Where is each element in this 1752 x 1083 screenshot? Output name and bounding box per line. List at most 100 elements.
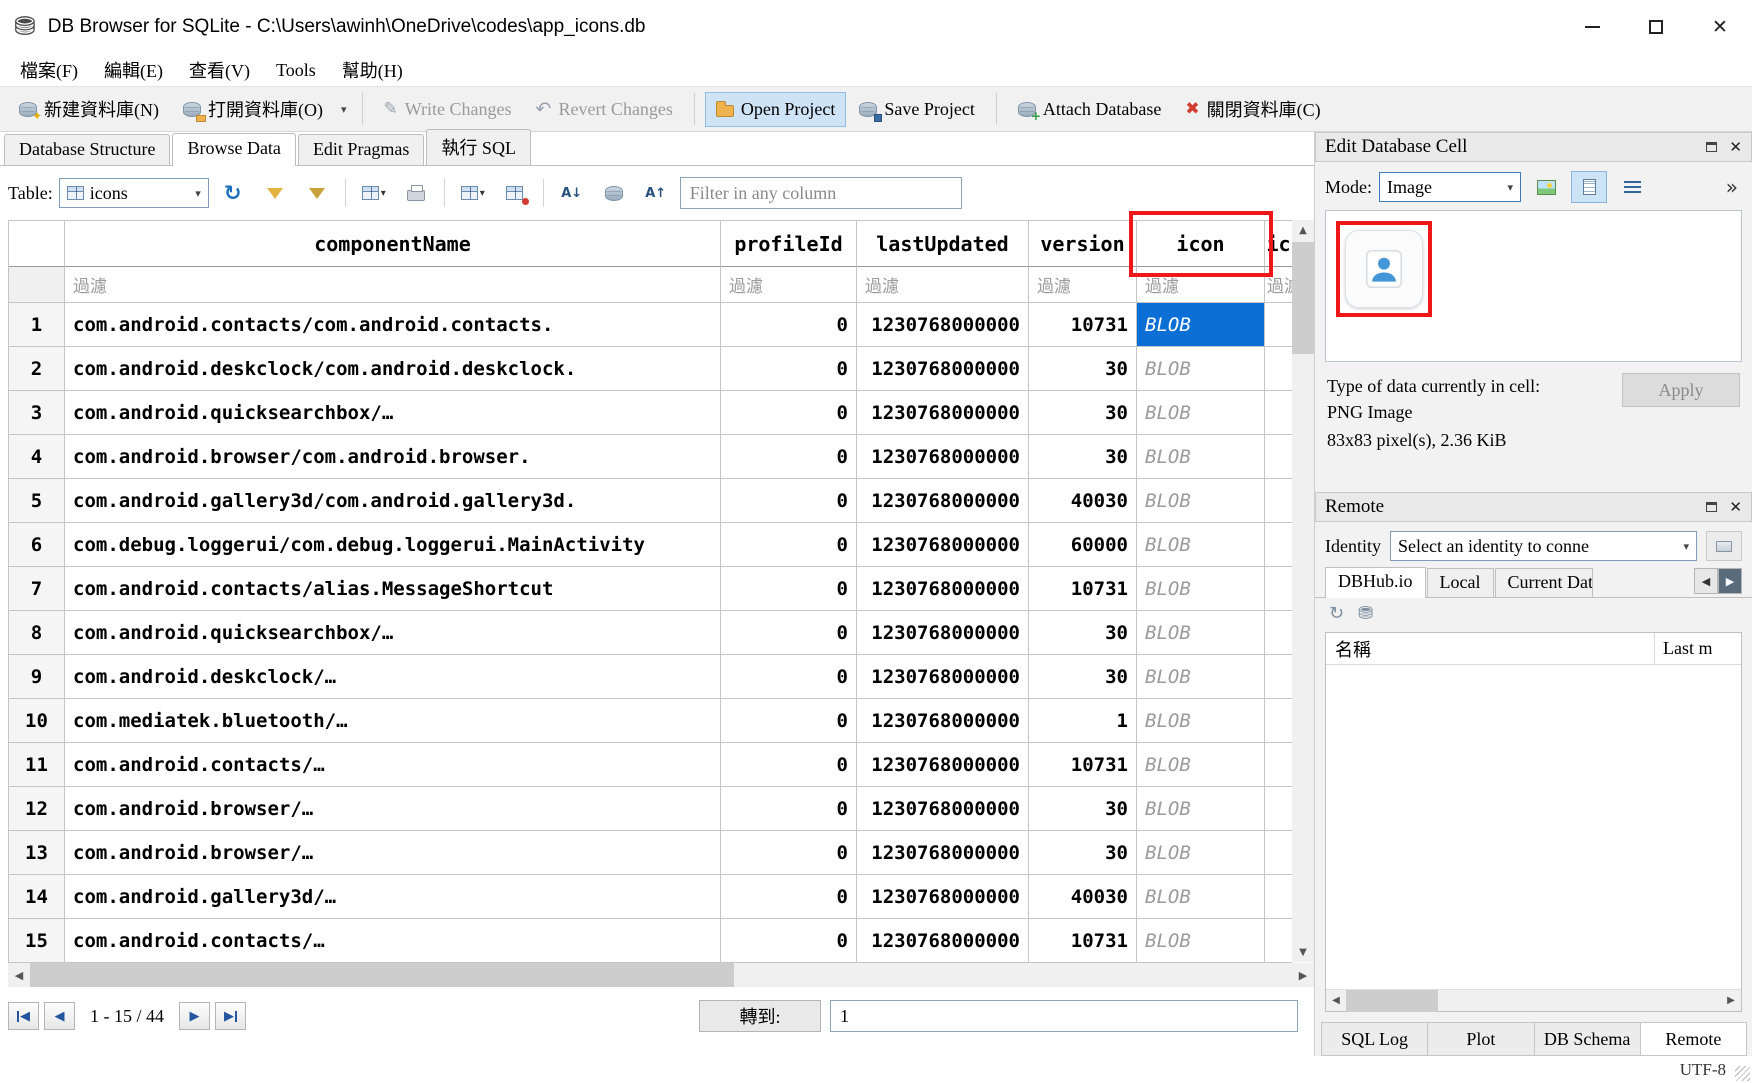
tab-local[interactable]: Local xyxy=(1427,568,1494,597)
tab-browse-data[interactable]: Browse Data xyxy=(172,133,295,166)
cell-componentName[interactable]: com.mediatek.bluetooth/… xyxy=(65,699,721,743)
cell-overflow[interactable] xyxy=(1265,743,1292,787)
filter-input-lastUpdated[interactable]: 過濾 xyxy=(857,267,1029,303)
tab-execute-sql[interactable]: 執行 SQL xyxy=(426,129,531,165)
resize-grip-icon[interactable] xyxy=(1735,1066,1750,1081)
close-panel-icon[interactable]: ✕ xyxy=(1729,138,1742,156)
cell-componentName[interactable]: com.android.quicksearchbox/… xyxy=(65,391,721,435)
row-number[interactable]: 1 xyxy=(9,303,65,347)
cell-icon[interactable]: BLOB xyxy=(1137,435,1265,479)
cell-icon[interactable]: BLOB xyxy=(1137,787,1265,831)
scroll-right-icon[interactable]: ▶ xyxy=(1721,990,1741,1012)
cell-version[interactable]: 10731 xyxy=(1029,919,1137,963)
cell-profileId[interactable]: 0 xyxy=(721,567,857,611)
cell-profileId[interactable]: 0 xyxy=(721,787,857,831)
cell-version[interactable]: 10731 xyxy=(1029,743,1137,787)
cell-componentName[interactable]: com.android.quicksearchbox/… xyxy=(65,611,721,655)
cell-componentName[interactable]: com.android.contacts/… xyxy=(65,743,721,787)
cell-version[interactable]: 30 xyxy=(1029,831,1137,875)
cell-profileId[interactable]: 0 xyxy=(721,831,857,875)
tab-dbhub[interactable]: DBHub.io xyxy=(1325,567,1426,598)
cell-profileId[interactable]: 0 xyxy=(721,699,857,743)
refresh-remote-button[interactable]: ↻ xyxy=(1329,605,1344,623)
scroll-right-icon[interactable]: ▶ xyxy=(1292,963,1314,987)
row-number[interactable]: 11 xyxy=(9,743,65,787)
previous-page-button[interactable]: ◀ xyxy=(44,1002,75,1030)
row-number[interactable]: 15 xyxy=(9,919,65,963)
menu-tools[interactable]: Tools xyxy=(264,57,328,84)
cell-lastUpdated[interactable]: 1230768000000 xyxy=(857,919,1029,963)
cell-version[interactable]: 40030 xyxy=(1029,875,1137,919)
row-number[interactable]: 8 xyxy=(9,611,65,655)
cell-icon[interactable]: BLOB xyxy=(1137,919,1265,963)
row-number[interactable]: 6 xyxy=(9,523,65,567)
cell-icon[interactable]: BLOB xyxy=(1137,523,1265,567)
goto-input[interactable] xyxy=(830,1000,1298,1032)
cell-icon[interactable]: BLOB xyxy=(1137,875,1265,919)
row-number[interactable]: 7 xyxy=(9,567,65,611)
new-database-button[interactable]: ✦ 新建資料庫(N) xyxy=(8,89,170,129)
scrollbar-thumb[interactable] xyxy=(1346,990,1438,1012)
cell-overflow[interactable] xyxy=(1265,699,1292,743)
tab-db-schema[interactable]: DB Schema xyxy=(1534,1022,1641,1056)
column-header-name[interactable]: 名稱 xyxy=(1326,633,1655,664)
cell-lastUpdated[interactable]: 1230768000000 xyxy=(857,303,1029,347)
tab-database-structure[interactable]: Database Structure xyxy=(4,134,170,165)
maximize-button[interactable] xyxy=(1624,0,1688,54)
tab-remote[interactable]: Remote xyxy=(1640,1022,1747,1056)
last-page-button[interactable]: ▶ xyxy=(215,1002,246,1030)
more-tools-chevron[interactable]: » xyxy=(1726,175,1742,199)
cell-icon[interactable]: BLOB xyxy=(1137,479,1265,523)
revert-changes-button[interactable]: ↶ Revert Changes xyxy=(525,92,684,127)
cell-overflow[interactable] xyxy=(1265,787,1292,831)
cell-icon[interactable]: BLOB xyxy=(1137,611,1265,655)
goto-button[interactable]: 轉到: xyxy=(699,1000,821,1032)
tab-plot[interactable]: Plot xyxy=(1427,1022,1534,1056)
remote-list-body[interactable] xyxy=(1326,665,1741,989)
cell-lastUpdated[interactable]: 1230768000000 xyxy=(857,743,1029,787)
row-number[interactable]: 5 xyxy=(9,479,65,523)
cell-overflow[interactable] xyxy=(1265,655,1292,699)
cell-version[interactable]: 30 xyxy=(1029,787,1137,831)
identity-settings-button[interactable] xyxy=(1706,531,1742,561)
sort-descending-button[interactable]: A↑ xyxy=(638,176,674,210)
cell-overflow[interactable] xyxy=(1265,303,1292,347)
column-header-lastUpdated[interactable]: lastUpdated xyxy=(857,221,1029,267)
cell-componentName[interactable]: com.debug.loggerui/com.debug.loggerui.Ma… xyxy=(65,523,721,567)
mode-select[interactable]: Image ▾ xyxy=(1379,172,1521,202)
cell-profileId[interactable]: 0 xyxy=(721,743,857,787)
tabs-scroll-right-button[interactable]: ▶ xyxy=(1718,568,1742,594)
cell-icon[interactable]: BLOB xyxy=(1137,743,1265,787)
close-panel-icon[interactable]: ✕ xyxy=(1729,498,1742,516)
cell-version[interactable]: 30 xyxy=(1029,347,1137,391)
row-number[interactable]: 12 xyxy=(9,787,65,831)
cell-lastUpdated[interactable]: 1230768000000 xyxy=(857,831,1029,875)
cell-icon[interactable]: BLOB xyxy=(1137,303,1265,347)
cell-lastUpdated[interactable]: 1230768000000 xyxy=(857,875,1029,919)
filter-input-componentName[interactable]: 過濾 xyxy=(65,267,721,303)
cell-profileId[interactable]: 0 xyxy=(721,435,857,479)
first-page-button[interactable]: ◀ xyxy=(8,1002,39,1030)
encoding-label[interactable]: UTF-8 xyxy=(1680,1060,1726,1080)
cell-componentName[interactable]: com.android.contacts/com.android.contact… xyxy=(65,303,721,347)
cell-icon[interactable]: BLOB xyxy=(1137,831,1265,875)
vertical-scrollbar[interactable]: ▲ ▼ xyxy=(1292,220,1314,962)
remote-horizontal-scrollbar[interactable]: ◀ ▶ xyxy=(1326,989,1741,1011)
delete-record-button[interactable] xyxy=(497,176,533,210)
cell-profileId[interactable]: 0 xyxy=(721,347,857,391)
export-data-button[interactable] xyxy=(1571,171,1607,203)
cell-version[interactable]: 1 xyxy=(1029,699,1137,743)
refresh-button[interactable]: ↻ xyxy=(215,176,251,210)
cell-overflow[interactable] xyxy=(1265,919,1292,963)
cell-overflow[interactable] xyxy=(1265,523,1292,567)
column-header-profileId[interactable]: profileId xyxy=(721,221,857,267)
close-database-button[interactable]: ✖ 關閉資料庫(C) xyxy=(1174,89,1331,129)
save-filter-button[interactable] xyxy=(299,176,335,210)
sort-ascending-button[interactable]: A↓ xyxy=(554,176,590,210)
cell-profileId[interactable]: 0 xyxy=(721,611,857,655)
column-header-last-modified[interactable]: Last m xyxy=(1655,633,1741,664)
cell-lastUpdated[interactable]: 1230768000000 xyxy=(857,699,1029,743)
tab-edit-pragmas[interactable]: Edit Pragmas xyxy=(298,134,425,165)
scrollbar-thumb[interactable] xyxy=(30,963,734,987)
cell-lastUpdated[interactable]: 1230768000000 xyxy=(857,523,1029,567)
